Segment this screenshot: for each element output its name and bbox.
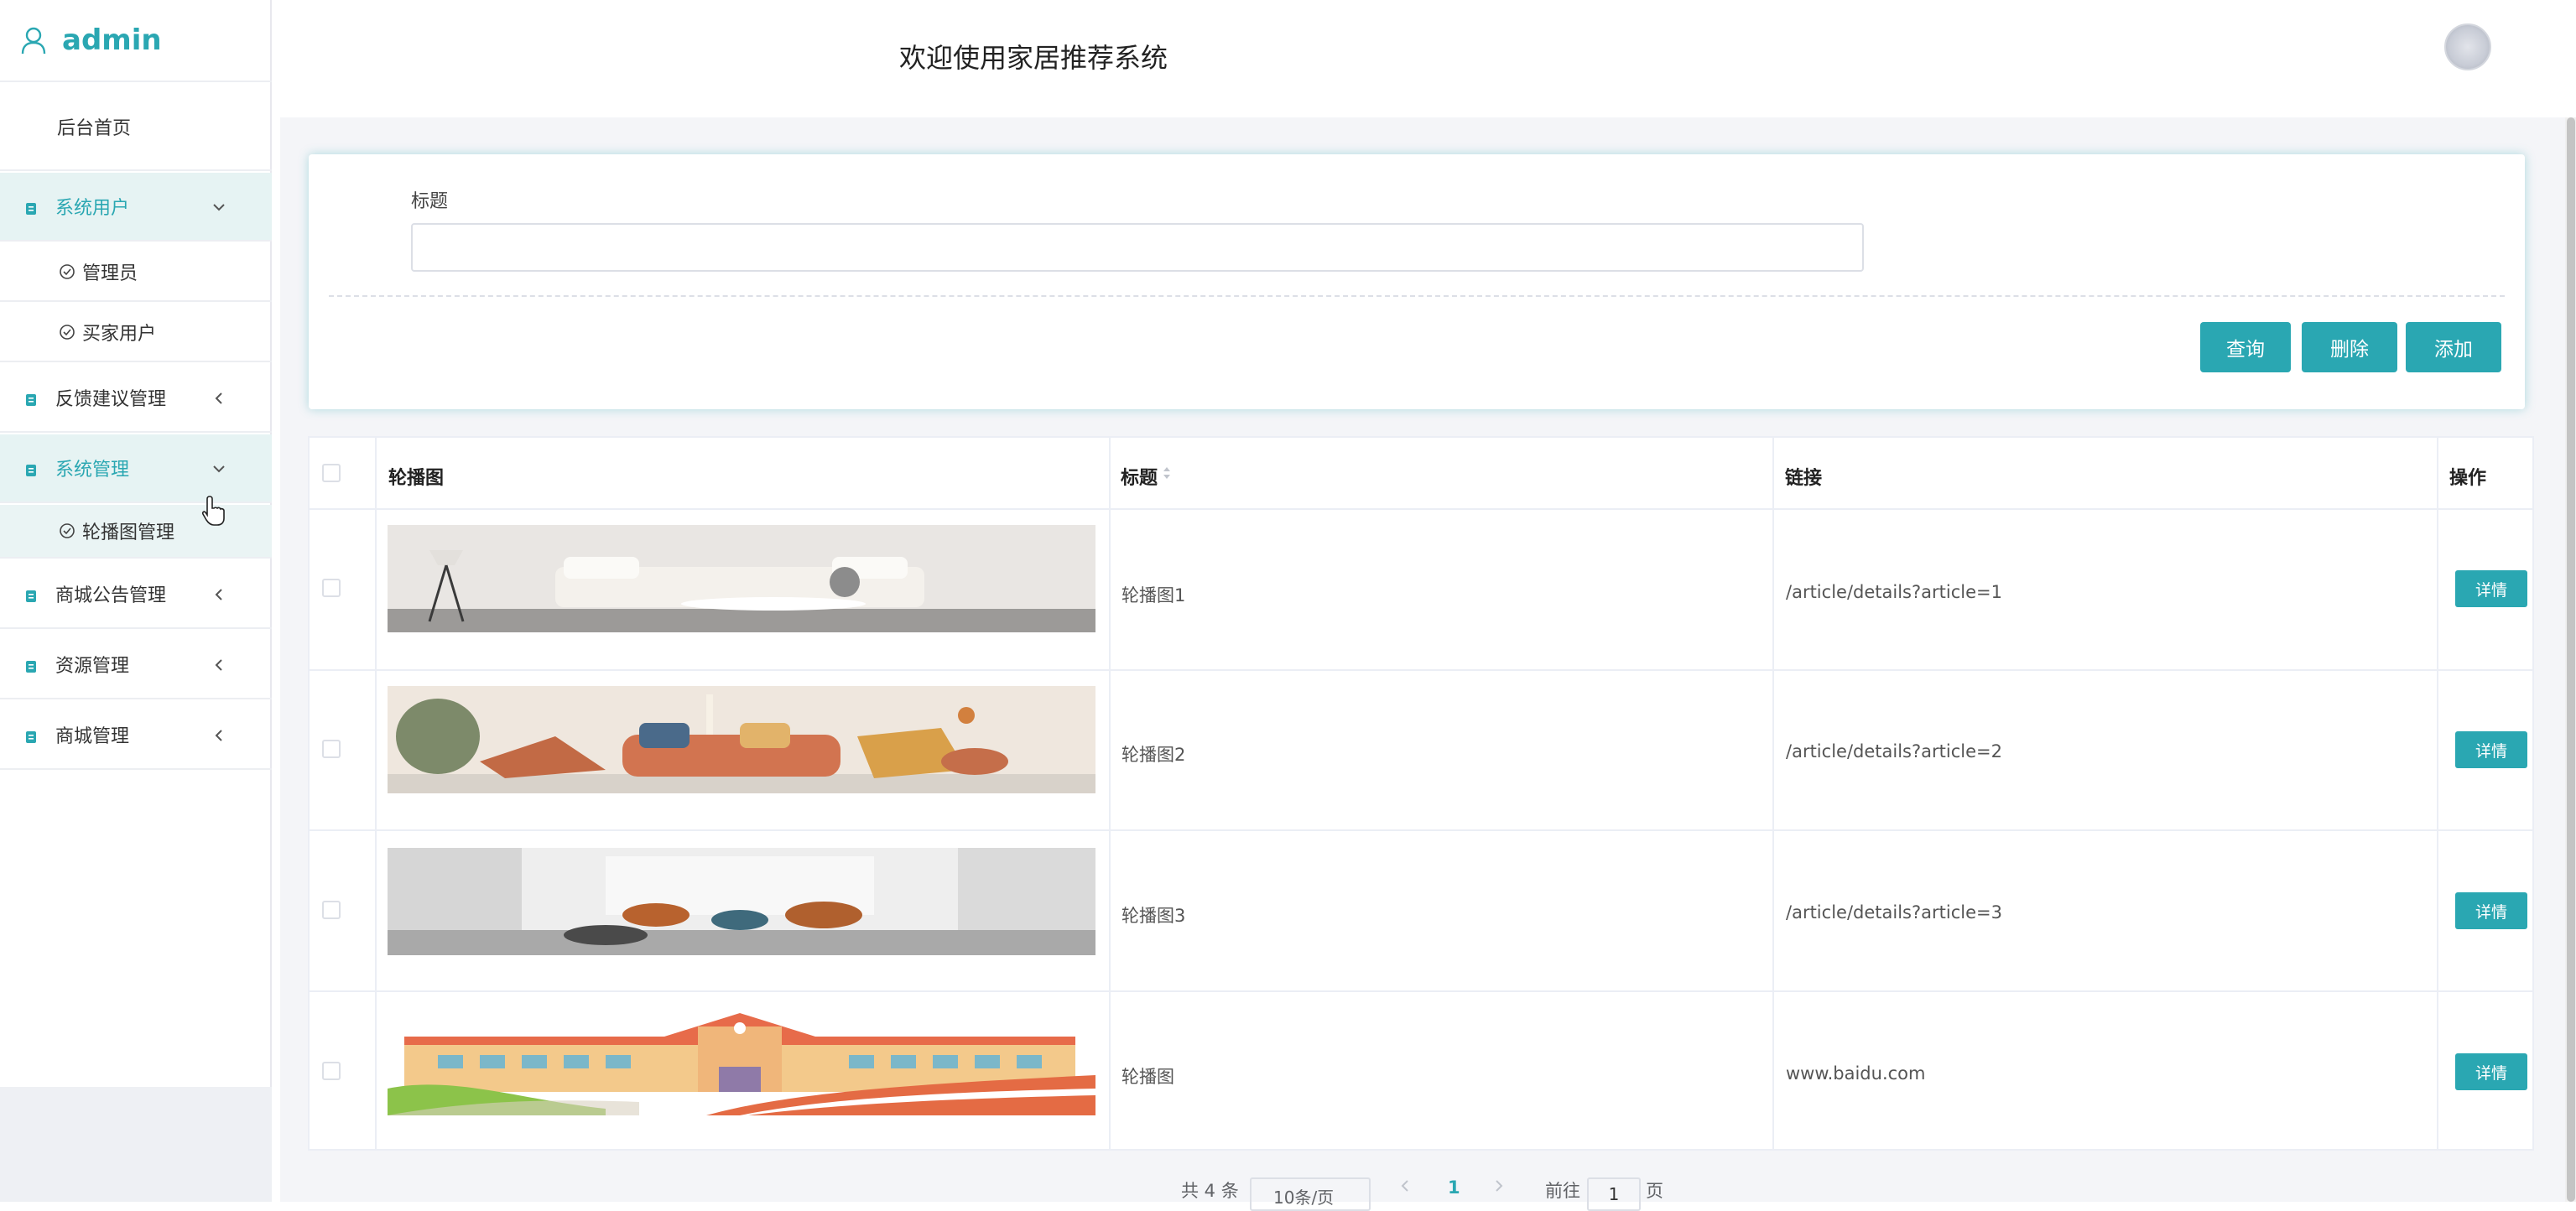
page-title: 欢迎使用家居推荐系统 <box>899 42 1168 74</box>
sidebar-item-system-management[interactable]: 系统管理 <box>0 434 272 503</box>
row-divider <box>310 669 2532 671</box>
check-circle-icon <box>59 263 75 280</box>
document-icon <box>25 728 37 743</box>
page-number-current[interactable]: 1 <box>1448 1177 1460 1202</box>
delete-button[interactable]: 删除 <box>2302 322 2397 372</box>
detail-button[interactable]: 详情 <box>2455 731 2527 768</box>
chevron-left-icon[interactable] <box>1399 1177 1411 1202</box>
sidebar-item-label: 系统用户 <box>55 198 130 219</box>
detail-button[interactable]: 详情 <box>2455 1053 2527 1090</box>
sidebar-item-system-users[interactable]: 系统用户 <box>0 173 272 242</box>
column-header-link: 链接 <box>1785 468 1823 489</box>
document-icon <box>25 391 37 406</box>
data-table: 轮播图 标题 链接 操作 轮播图1 /article/details?artic… <box>308 436 2534 1151</box>
row-title: 轮播图3 <box>1121 906 1186 926</box>
query-button[interactable]: 查询 <box>2200 322 2291 372</box>
sidebar-item-label: 资源管理 <box>55 656 130 677</box>
sidebar-item-resources[interactable]: 资源管理 <box>0 631 272 699</box>
sidebar-item-label: 买家用户 <box>82 324 157 345</box>
row-link: /article/details?article=2 <box>1786 741 2002 761</box>
row-link: www.baidu.com <box>1786 1063 1926 1084</box>
search-label: 标题 <box>411 191 449 212</box>
column-header-title[interactable]: 标题 <box>1121 463 1158 490</box>
document-icon <box>25 657 37 673</box>
sidebar-item-label: 管理员 <box>82 263 138 284</box>
select-all-checkbox[interactable] <box>322 464 341 482</box>
row-checkbox[interactable] <box>322 579 341 597</box>
column-divider <box>1109 438 1111 1149</box>
goto-prefix: 前往 <box>1545 1181 1580 1201</box>
document-icon <box>25 587 37 602</box>
carousel-image <box>388 1008 1095 1115</box>
chevron-down-icon <box>211 199 226 214</box>
row-checkbox[interactable] <box>322 1062 341 1080</box>
mouse-cursor-icon <box>201 495 226 530</box>
carousel-image <box>388 525 1095 632</box>
sidebar-item-buyers[interactable]: 买家用户 <box>0 304 272 362</box>
sidebar-item-mall[interactable]: 商城管理 <box>0 701 272 770</box>
check-circle-icon <box>59 324 75 340</box>
brand-name: admin <box>62 23 162 57</box>
title-search-input[interactable] <box>411 223 1864 272</box>
column-divider <box>2437 438 2438 1149</box>
column-divider <box>375 438 377 1149</box>
chevron-left-icon <box>211 586 226 601</box>
user-icon <box>20 25 50 55</box>
goto-suffix: 页 <box>1646 1181 1663 1201</box>
sidebar-item-admins[interactable]: 管理员 <box>0 243 272 302</box>
row-divider <box>310 990 2532 992</box>
pagination-total: 共 4 条 <box>1181 1181 1239 1201</box>
row-title: 轮播图 <box>1121 1067 1174 1087</box>
row-title: 轮播图1 <box>1121 585 1186 606</box>
sidebar-item-feedback[interactable]: 反馈建议管理 <box>0 364 272 433</box>
row-divider <box>310 829 2532 831</box>
sidebar-item-announcements[interactable]: 商城公告管理 <box>0 560 272 629</box>
carousel-image <box>388 848 1095 955</box>
document-icon <box>25 461 37 476</box>
column-divider <box>1772 438 1774 1149</box>
chevron-left-icon <box>211 657 226 672</box>
sidebar-item-label: 商城管理 <box>55 726 130 747</box>
sidebar: admin 后台首页 系统用户 管理员 买家用户 反馈建议管理 系统管理 轮播图… <box>0 0 272 1202</box>
goto-page-input[interactable]: 1 <box>1587 1177 1641 1211</box>
divider <box>329 295 2505 297</box>
row-checkbox[interactable] <box>322 901 341 919</box>
row-link: /article/details?article=3 <box>1786 902 2002 923</box>
sort-icon[interactable] <box>1162 463 1172 486</box>
sidebar-item-label: 系统管理 <box>55 460 130 481</box>
detail-button[interactable]: 详情 <box>2455 570 2527 607</box>
row-divider <box>310 508 2532 510</box>
scrollbar-thumb[interactable] <box>2567 117 2575 1202</box>
sidebar-item-label: 反馈建议管理 <box>55 389 167 410</box>
chevron-left-icon <box>211 727 226 742</box>
search-panel: 标题 查询 删除 添加 <box>309 154 2525 409</box>
add-button[interactable]: 添加 <box>2406 322 2501 372</box>
row-title: 轮播图2 <box>1121 745 1186 765</box>
carousel-image <box>388 686 1095 793</box>
avatar[interactable] <box>2444 23 2491 70</box>
column-header-ops: 操作 <box>2449 468 2487 489</box>
chevron-down-icon <box>211 460 226 476</box>
document-icon <box>25 200 37 215</box>
row-checkbox[interactable] <box>322 740 341 758</box>
sidebar-item-carousel[interactable]: 轮播图管理 <box>0 505 272 559</box>
chevron-left-icon <box>211 390 226 405</box>
page-size-select[interactable]: 10条/页 <box>1250 1177 1371 1211</box>
sidebar-item-label: 商城公告管理 <box>55 585 167 606</box>
sidebar-item-home[interactable]: 后台首页 <box>0 84 272 171</box>
brand: admin <box>0 0 272 82</box>
column-header-image: 轮播图 <box>388 468 445 489</box>
sidebar-item-label: 后台首页 <box>57 118 132 139</box>
detail-button[interactable]: 详情 <box>2455 892 2527 929</box>
chevron-right-icon[interactable] <box>1493 1177 1505 1202</box>
check-circle-icon <box>59 522 75 539</box>
sidebar-item-label: 轮播图管理 <box>82 522 175 543</box>
sidebar-menu: admin 后台首页 系统用户 管理员 买家用户 反馈建议管理 系统管理 轮播图… <box>0 0 272 1087</box>
top-header: 欢迎使用家居推荐系统 <box>273 0 2576 117</box>
row-link: /article/details?article=1 <box>1786 582 2002 602</box>
